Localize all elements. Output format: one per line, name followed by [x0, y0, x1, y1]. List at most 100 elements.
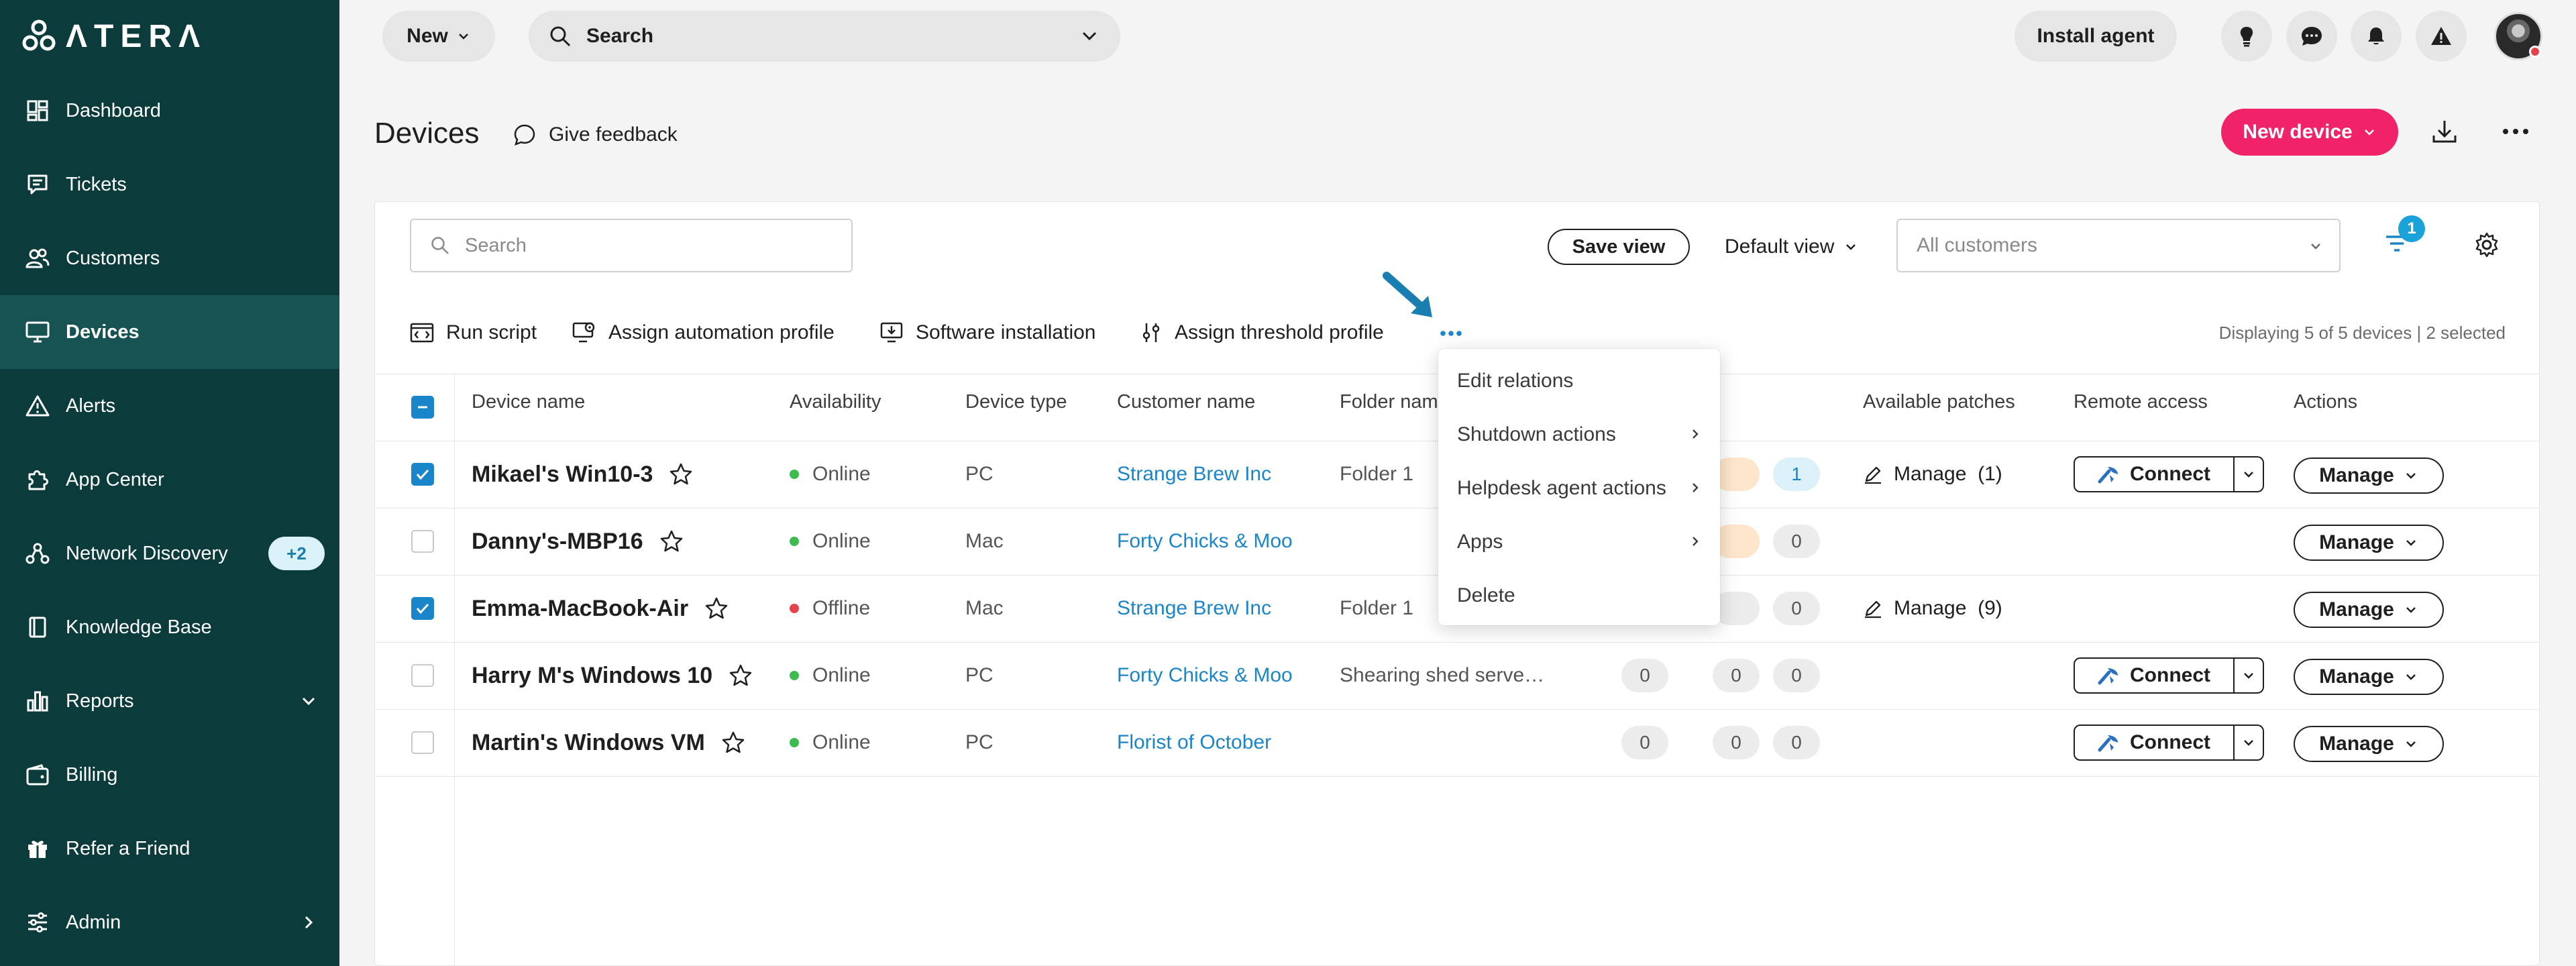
col-actions[interactable]: Actions	[2294, 391, 2357, 413]
star-icon[interactable]	[704, 596, 729, 621]
manage-button[interactable]: Manage	[2294, 592, 2444, 628]
count-pill[interactable]: 1	[1773, 458, 1820, 491]
menu-item-edit-relations[interactable]: Edit relations	[1438, 354, 1720, 408]
sidebar-item-label: Network Discovery	[66, 542, 228, 564]
save-view-button[interactable]: Save view	[1548, 229, 1690, 265]
run-script-button[interactable]: Run script	[410, 316, 537, 350]
sidebar-item-network-discovery[interactable]: Network Discovery +2	[0, 517, 339, 590]
install-agent-button[interactable]: Install agent	[2015, 11, 2177, 62]
connect-button-group[interactable]: Connect	[2074, 456, 2264, 492]
chat-button[interactable]	[2286, 11, 2337, 62]
star-icon[interactable]	[669, 462, 693, 486]
connect-options-dropdown[interactable]	[2235, 657, 2264, 694]
new-button[interactable]: New	[382, 11, 495, 62]
table-row[interactable]: Martin's Windows VM Online PC Florist of…	[375, 710, 2540, 775]
connect-button[interactable]: Connect	[2074, 724, 2235, 761]
default-view-dropdown[interactable]: Default view	[1725, 230, 1858, 264]
notifications-button[interactable]	[2351, 11, 2402, 62]
ideas-button[interactable]	[2221, 11, 2272, 62]
download-icon[interactable]	[2430, 117, 2459, 146]
count-pill: 0	[1773, 726, 1820, 759]
device-name[interactable]: Danny's-MBP16	[472, 529, 643, 555]
manage-button[interactable]: Manage	[2294, 458, 2444, 494]
table-row[interactable]: Harry M's Windows 10 Online PC Forty Chi…	[375, 643, 2540, 708]
manage-patches-link[interactable]: Manage (9)	[1863, 592, 2002, 625]
sidebar-item-admin[interactable]: Admin	[0, 885, 339, 959]
count-pill: 0	[1773, 592, 1820, 625]
automation-monitor-icon	[572, 322, 595, 343]
customer-link[interactable]: Strange Brew Inc	[1117, 592, 1271, 625]
atera-logo[interactable]: ΛTERΛ	[21, 19, 207, 54]
menu-item-apps[interactable]: Apps	[1438, 515, 1720, 569]
chevron-right-icon	[1693, 429, 1699, 439]
connect-options-dropdown[interactable]	[2235, 456, 2264, 492]
device-name[interactable]: Mikael's Win10-3	[472, 462, 653, 488]
menu-item-helpdesk-agent-actions[interactable]: Helpdesk agent actions	[1438, 462, 1720, 515]
row-checkbox[interactable]	[411, 731, 434, 754]
filter-count-badge: 1	[2398, 215, 2425, 242]
row-checkbox[interactable]	[411, 664, 434, 687]
connect-button-group[interactable]: Connect	[2074, 724, 2264, 761]
col-device-type[interactable]: Device type	[965, 391, 1067, 413]
sidebar-item-tickets[interactable]: Tickets	[0, 148, 339, 221]
device-name[interactable]: Harry M's Windows 10	[472, 663, 712, 689]
menu-item-delete[interactable]: Delete	[1438, 569, 1720, 623]
device-name[interactable]: Emma-MacBook-Air	[472, 596, 688, 622]
gear-icon[interactable]	[2473, 231, 2500, 258]
customer-link[interactable]: Florist of October	[1117, 726, 1271, 759]
connect-button[interactable]: Connect	[2074, 657, 2235, 694]
connect-label: Connect	[2130, 463, 2210, 485]
online-status-dot	[790, 537, 799, 546]
row-checkbox[interactable]	[411, 597, 434, 620]
software-installation-button[interactable]: Software installation	[879, 316, 1095, 350]
sidebar-item-knowledge-base[interactable]: Knowledge Base	[0, 590, 339, 664]
select-all-checkbox[interactable]	[411, 396, 434, 419]
give-feedback-link[interactable]: Give feedback	[513, 118, 678, 152]
chevron-right-icon	[1693, 483, 1699, 492]
device-name[interactable]: Martin's Windows VM	[472, 730, 705, 756]
connect-button-group[interactable]: Connect	[2074, 657, 2264, 694]
sidebar-item-alerts[interactable]: Alerts	[0, 369, 339, 443]
more-actions-icon[interactable]	[1438, 319, 1464, 348]
manage-button[interactable]: Manage	[2294, 659, 2444, 695]
assign-automation-profile-button[interactable]: Assign automation profile	[572, 316, 835, 350]
star-icon[interactable]	[721, 731, 745, 755]
manage-button[interactable]: Manage	[2294, 525, 2444, 561]
new-device-button[interactable]: New device	[2221, 109, 2398, 156]
sidebar-item-dashboard[interactable]: Dashboard	[0, 74, 339, 148]
col-availability[interactable]: Availability	[790, 391, 881, 413]
remote-connect-icon	[2098, 467, 2118, 484]
device-search-input[interactable]: Search	[410, 219, 853, 272]
col-folder-name[interactable]: Folder nam	[1340, 391, 1438, 413]
search-icon	[431, 237, 449, 254]
col-available-patches[interactable]: Available patches	[1863, 391, 2015, 413]
chevron-down-icon	[2244, 673, 2253, 679]
manage-button[interactable]: Manage	[2294, 726, 2444, 762]
star-icon[interactable]	[729, 663, 753, 688]
row-checkbox[interactable]	[411, 463, 434, 486]
more-horizontal-icon[interactable]	[2501, 121, 2530, 142]
manage-label: Manage	[2319, 733, 2394, 755]
connect-button[interactable]: Connect	[2074, 456, 2235, 492]
customer-link[interactable]: Forty Chicks & Moo	[1117, 525, 1293, 558]
sidebar-item-devices[interactable]: Devices	[0, 295, 339, 369]
star-icon[interactable]	[659, 529, 684, 553]
manage-patches-link[interactable]: Manage (1)	[1863, 458, 2002, 491]
menu-item-shutdown-actions[interactable]: Shutdown actions	[1438, 408, 1720, 462]
customer-link[interactable]: Strange Brew Inc	[1117, 458, 1271, 491]
customer-link[interactable]: Forty Chicks & Moo	[1117, 659, 1293, 692]
connect-options-dropdown[interactable]	[2235, 724, 2264, 761]
col-device-name[interactable]: Device name	[472, 391, 585, 413]
row-checkbox[interactable]	[411, 530, 434, 553]
col-customer-name[interactable]: Customer name	[1117, 391, 1255, 413]
sidebar-item-refer-a-friend[interactable]: Refer a Friend	[0, 812, 339, 885]
customers-select[interactable]: All customers	[1896, 219, 2341, 272]
alerts-button[interactable]	[2416, 11, 2467, 62]
sidebar-item-customers[interactable]: Customers	[0, 221, 339, 295]
assign-threshold-profile-button[interactable]: Assign threshold profile	[1140, 316, 1384, 350]
col-remote-access[interactable]: Remote access	[2074, 391, 2208, 413]
global-search[interactable]: Search	[529, 11, 1120, 62]
sidebar-item-app-center[interactable]: App Center	[0, 443, 339, 517]
sidebar-item-reports[interactable]: Reports	[0, 664, 339, 738]
sidebar-item-billing[interactable]: Billing	[0, 738, 339, 812]
